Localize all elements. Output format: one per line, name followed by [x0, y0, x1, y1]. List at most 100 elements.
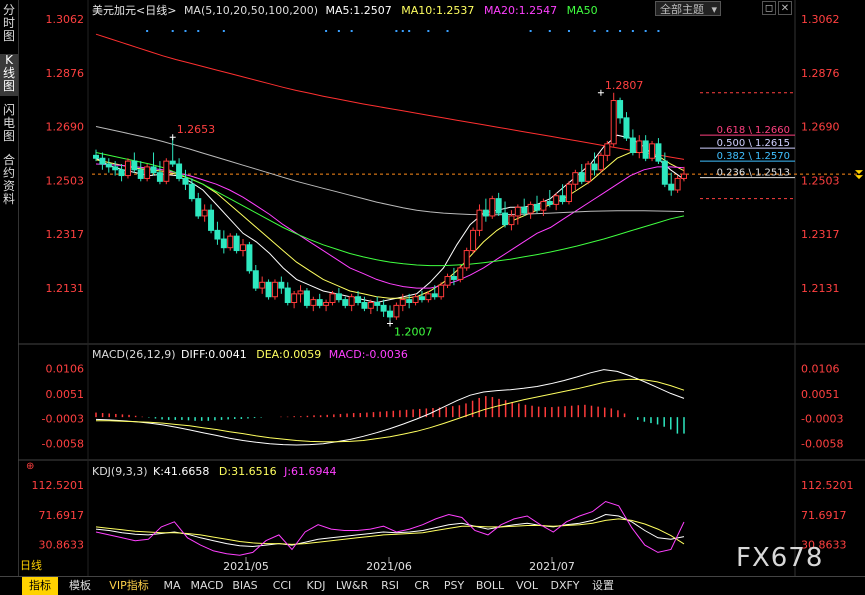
period-daily-label[interactable]: 日线	[20, 557, 68, 575]
candle-body	[623, 117, 630, 139]
ma-line-ma200	[95, 33, 685, 160]
tab-settings[interactable]: 设置	[586, 577, 620, 595]
kdj-d-line	[95, 518, 685, 545]
candle-body	[297, 290, 304, 295]
candle-body	[227, 235, 234, 249]
candle-body	[431, 293, 438, 298]
price-tick-label-right: 1.3062	[801, 13, 840, 26]
candle-body	[450, 276, 457, 280]
tab-kdj[interactable]: KDJ	[300, 577, 332, 595]
tab-dxfy[interactable]: DXFY	[546, 577, 584, 595]
price-tick-label-left: 1.2131	[46, 282, 85, 295]
candle-body	[578, 172, 585, 182]
ma-line-ma100	[95, 126, 685, 216]
event-dot-icon	[408, 30, 411, 32]
candle-body	[303, 290, 310, 306]
macd-diff-line	[95, 369, 685, 446]
tab-macd[interactable]: MACD	[188, 577, 226, 595]
candle-body	[438, 284, 445, 298]
candle-body	[291, 293, 298, 303]
macd-tick-label-right: -0.0003	[801, 413, 843, 426]
candle-body	[585, 163, 592, 182]
price-tick-label-right: 1.2131	[801, 282, 840, 295]
event-dot-icon	[593, 30, 596, 32]
chart-canvas[interactable]: 1.3062 1.3062 1.2876 1.2876 1.2690 1.2690 1.25…	[0, 0, 865, 576]
tab-lwr[interactable]: LW&R	[334, 577, 370, 595]
kdj-j-line	[95, 500, 685, 556]
macd-title: MACD(26,12,9)	[92, 348, 176, 361]
tab-cci[interactable]: CCI	[266, 577, 298, 595]
candle-body	[546, 201, 553, 205]
event-dot-icon	[350, 30, 353, 32]
candle-body	[636, 140, 643, 153]
candle-body	[565, 183, 572, 203]
tab-indicators[interactable]: 指标	[22, 577, 58, 595]
kdj-legend: KDJ(9,3,3) K:41.6658 D:31.6516 J:61.6944	[92, 465, 337, 478]
price-tick-label-right: 1.2690	[801, 121, 840, 134]
close-icon[interactable]: ✕	[778, 1, 792, 15]
candle-body	[463, 250, 470, 269]
candle-body	[387, 310, 393, 318]
candle-body	[259, 281, 266, 289]
candle-body	[105, 163, 112, 168]
candle-body	[355, 296, 362, 303]
chart-window: 分时图 K线图 闪电图 合约资料 1.3062 1.3062 1.2876 1.287…	[0, 0, 865, 595]
kdj-tick-label-right: 71.6917	[801, 509, 847, 522]
high-marker-icon	[169, 134, 176, 141]
candle-body	[374, 301, 381, 306]
tab-bias[interactable]: BIAS	[228, 577, 262, 595]
macd-value-label: MACD:-0.0036	[328, 348, 408, 361]
candle-body	[144, 166, 151, 179]
candle-body	[284, 287, 291, 303]
candle-body	[412, 296, 419, 303]
tab-rsi[interactable]: RSI	[374, 577, 406, 595]
candle-body	[444, 276, 451, 286]
tab-psy[interactable]: PSY	[438, 577, 470, 595]
fib-label: 0.382 \ 1.2570	[717, 151, 790, 162]
macd-dea-line	[96, 378, 685, 443]
event-dot-icon	[657, 30, 660, 32]
candle-body	[335, 293, 342, 301]
event-dot-icon	[395, 30, 398, 32]
kdj-d-label: D:31.6516	[218, 465, 277, 478]
tab-templates[interactable]: 模板	[62, 577, 98, 595]
kdj-tick-label-left: 112.5201	[32, 479, 85, 492]
event-dot-icon	[325, 30, 328, 32]
theme-select[interactable]: 全部主题 ▾	[655, 1, 721, 16]
macd-tick-label-right: 0.0106	[801, 363, 840, 376]
candle-body	[642, 140, 649, 159]
candle-body	[406, 299, 413, 303]
candle-body	[124, 160, 131, 177]
fib-label: 0.500 \ 1.2615	[717, 138, 790, 149]
candle-body	[425, 293, 432, 301]
tab-cr[interactable]: CR	[408, 577, 436, 595]
event-dot-icon	[529, 30, 532, 32]
macd-tick-label-right: -0.0058	[801, 438, 843, 451]
kdj-settings-icon[interactable]: ⊕	[26, 461, 34, 472]
macd-tick-label-left: 0.0106	[46, 363, 85, 376]
high-marker-icon	[597, 89, 604, 96]
candle-body	[220, 238, 227, 249]
price-tick-label-left: 1.2876	[46, 67, 85, 80]
tab-ma[interactable]: MA	[158, 577, 186, 595]
candle-body	[617, 100, 624, 119]
price-tick-label-left: 1.2317	[46, 228, 85, 241]
candle-body	[661, 160, 668, 185]
candle-body	[380, 304, 387, 312]
candle-body	[527, 203, 534, 214]
tab-boll[interactable]: BOLL	[472, 577, 508, 595]
kdj-k-line	[95, 513, 685, 548]
high-label-left: 1.2653	[177, 123, 216, 136]
candle-body	[169, 160, 176, 165]
candle-body	[246, 244, 253, 272]
event-dot-icon	[146, 30, 149, 32]
tab-vol[interactable]: VOL	[510, 577, 544, 595]
tab-vip-indicators[interactable]: VIP指标	[102, 577, 156, 595]
candle-body	[681, 173, 687, 179]
candle-body	[508, 215, 515, 226]
kdj-tick-label-left: 71.6917	[39, 509, 85, 522]
candle-body	[399, 299, 406, 306]
restore-icon[interactable]: ◻	[762, 1, 776, 15]
candle-body	[668, 183, 675, 191]
kdj-tick-label-left: 30.8633	[39, 538, 85, 551]
